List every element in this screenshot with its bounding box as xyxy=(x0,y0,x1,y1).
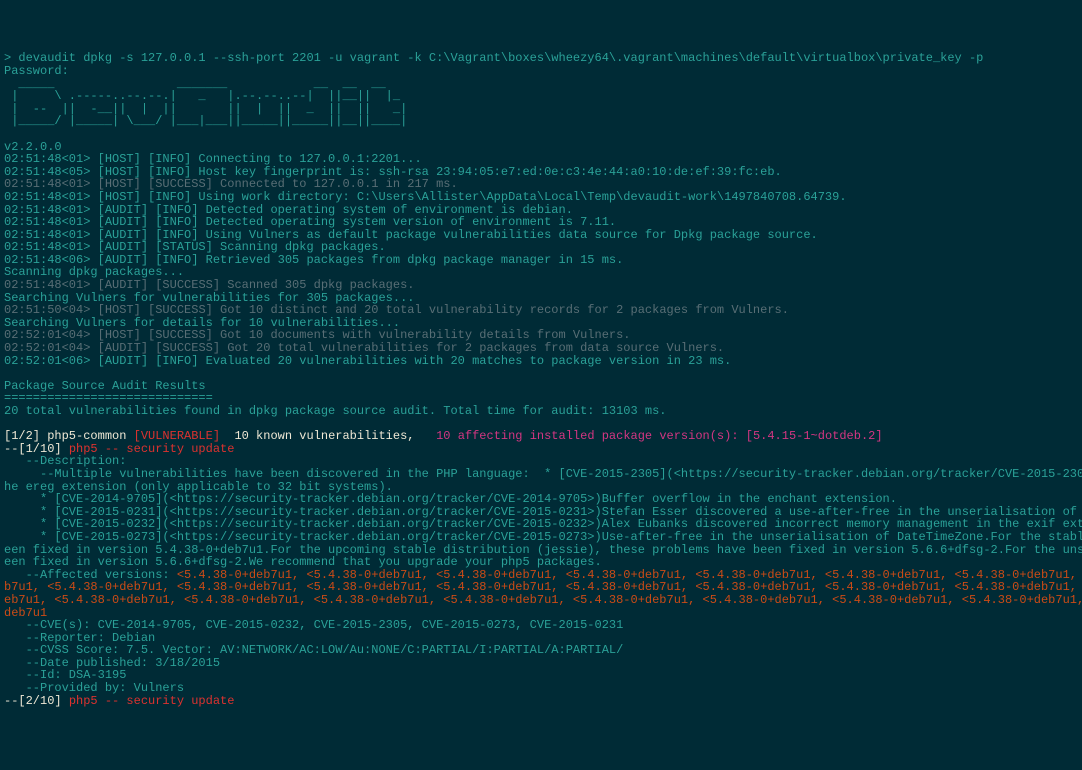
package-count: 10 known vulnerabilities, xyxy=(220,429,422,443)
command-line: > devaudit dpkg -s 127.0.0.1 --ssh-port … xyxy=(4,51,983,65)
results-total: 20 total vulnerabilities found in dpkg p… xyxy=(4,404,667,418)
log-line: 02:52:01<06> [AUDIT] [INFO] Evaluated 20… xyxy=(4,354,731,368)
item-index: --[2/10] xyxy=(4,694,69,708)
terminal-output: > devaudit dpkg -s 127.0.0.1 --ssh-port … xyxy=(4,52,1078,707)
affected-versions: 10 affecting installed package version(s… xyxy=(422,429,883,443)
affected-list: eb7u1, <5.4.38-0+deb7u1, <5.4.38-0+deb7u… xyxy=(4,593,1082,607)
ascii-art-line: |_____/ |_____| \___/ |___|___||_____||_… xyxy=(4,114,407,128)
item-title: php5 -- security update xyxy=(69,694,235,708)
